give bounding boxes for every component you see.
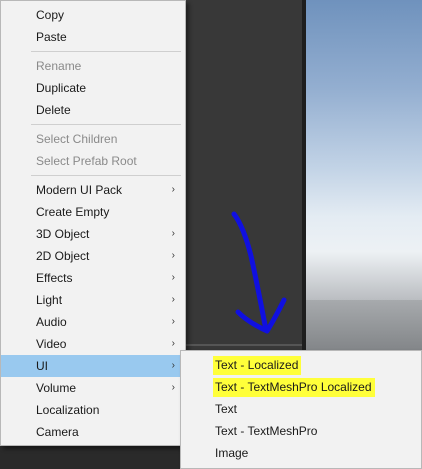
submenu-item-label: Text - Localized bbox=[213, 356, 302, 375]
menu-item-select-children: Select Children bbox=[1, 128, 185, 150]
menu-item-label: Create Empty bbox=[36, 205, 110, 219]
menu-item-label: Delete bbox=[36, 103, 71, 117]
submenu-item-label: Text bbox=[215, 402, 238, 416]
menu-separator bbox=[31, 175, 181, 176]
chevron-right-icon: › bbox=[171, 250, 175, 261]
menu-item-label: 3D Object bbox=[36, 227, 90, 241]
menu-item-copy[interactable]: Copy bbox=[1, 4, 185, 26]
chevron-right-icon: › bbox=[171, 294, 175, 305]
menu-item-label: 2D Object bbox=[36, 249, 90, 263]
context-menu: Copy Paste Rename Duplicate Delete Selec… bbox=[0, 0, 186, 446]
submenu-item-text-localized[interactable]: Text - Localized bbox=[181, 354, 421, 376]
menu-item-label: Select Children bbox=[36, 132, 118, 146]
submenu-item-label: Text - TextMeshPro Localized bbox=[213, 378, 375, 397]
menu-item-duplicate[interactable]: Duplicate bbox=[1, 77, 185, 99]
menu-item-label: Volume bbox=[36, 381, 77, 395]
menu-item-ui[interactable]: UI › bbox=[1, 355, 185, 377]
menu-item-delete[interactable]: Delete bbox=[1, 99, 185, 121]
ui-submenu: Text - Localized Text - TextMeshPro Loca… bbox=[180, 350, 422, 469]
menu-item-volume[interactable]: Volume › bbox=[1, 377, 185, 399]
menu-item-label: Rename bbox=[36, 59, 82, 73]
submenu-item-text-textmeshpro-localized[interactable]: Text - TextMeshPro Localized bbox=[181, 376, 421, 398]
scene-ground-plane bbox=[306, 300, 422, 350]
menu-item-2d-object[interactable]: 2D Object › bbox=[1, 245, 185, 267]
menu-item-label: Localization bbox=[36, 403, 100, 417]
scene-view[interactable] bbox=[306, 0, 422, 350]
chevron-right-icon: › bbox=[171, 382, 175, 393]
submenu-item-label: Text - TextMeshPro bbox=[215, 424, 318, 438]
menu-item-select-prefab-root: Select Prefab Root bbox=[1, 150, 185, 172]
menu-item-3d-object[interactable]: 3D Object › bbox=[1, 223, 185, 245]
chevron-right-icon: › bbox=[171, 272, 175, 283]
menu-item-label: Effects bbox=[36, 271, 73, 285]
menu-item-camera[interactable]: Camera bbox=[1, 421, 185, 443]
menu-item-label: Duplicate bbox=[36, 81, 87, 95]
menu-item-label: Camera bbox=[36, 425, 79, 439]
menu-item-label: Modern UI Pack bbox=[36, 183, 123, 197]
menu-item-video[interactable]: Video › bbox=[1, 333, 185, 355]
menu-item-modern-ui-pack[interactable]: Modern UI Pack › bbox=[1, 179, 185, 201]
menu-separator bbox=[31, 124, 181, 125]
menu-item-label: Light bbox=[36, 293, 63, 307]
chevron-right-icon: › bbox=[171, 360, 175, 371]
menu-item-label: Video bbox=[36, 337, 67, 351]
menu-item-label: Paste bbox=[36, 30, 67, 44]
menu-item-audio[interactable]: Audio › bbox=[1, 311, 185, 333]
submenu-item-text[interactable]: Text bbox=[181, 398, 421, 420]
hierarchy-panel-background bbox=[180, 0, 302, 350]
chevron-right-icon: › bbox=[171, 338, 175, 349]
chevron-right-icon: › bbox=[171, 228, 175, 239]
menu-item-label: UI bbox=[36, 359, 48, 373]
menu-item-rename: Rename bbox=[1, 55, 185, 77]
menu-separator bbox=[31, 51, 181, 52]
submenu-item-label: Image bbox=[215, 446, 249, 460]
menu-item-label: Audio bbox=[36, 315, 67, 329]
menu-item-light[interactable]: Light › bbox=[1, 289, 185, 311]
panel-bottom-edge bbox=[180, 344, 302, 346]
menu-item-create-empty[interactable]: Create Empty bbox=[1, 201, 185, 223]
menu-item-effects[interactable]: Effects › bbox=[1, 267, 185, 289]
chevron-right-icon: › bbox=[171, 316, 175, 327]
menu-item-label: Select Prefab Root bbox=[36, 154, 137, 168]
chevron-right-icon: › bbox=[171, 184, 175, 195]
menu-item-localization[interactable]: Localization bbox=[1, 399, 185, 421]
submenu-item-text-textmeshpro[interactable]: Text - TextMeshPro bbox=[181, 420, 421, 442]
menu-item-label: Copy bbox=[36, 8, 65, 22]
menu-item-paste[interactable]: Paste bbox=[1, 26, 185, 48]
submenu-item-image[interactable]: Image bbox=[181, 442, 421, 464]
